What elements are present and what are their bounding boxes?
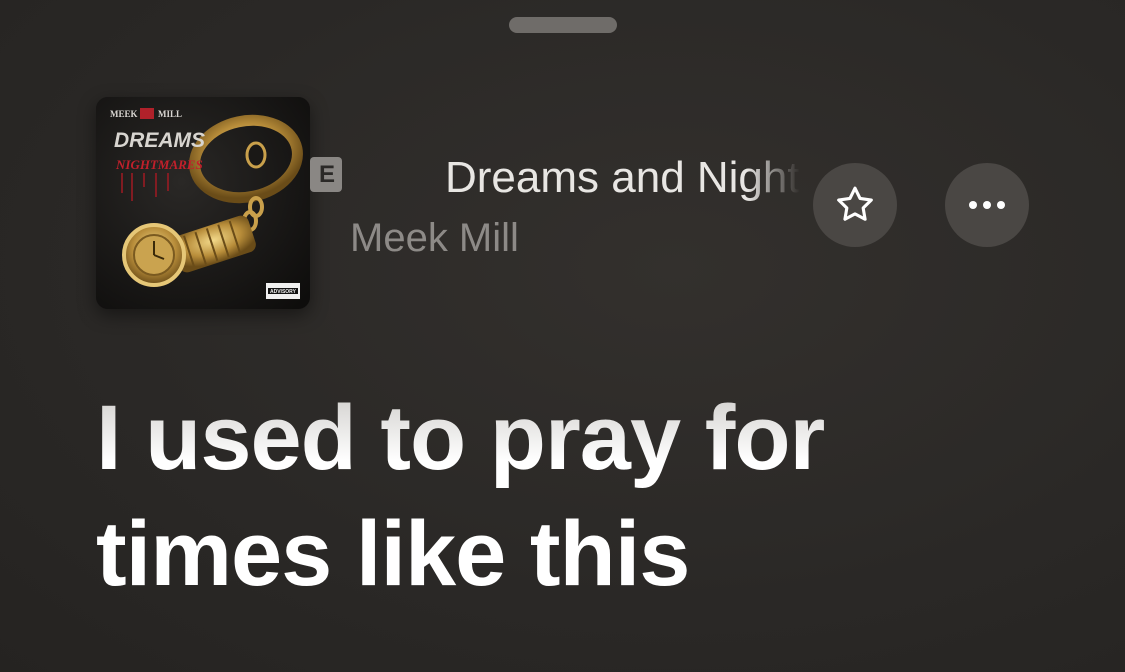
album-cover-image: MEEK MILL DREAMS NIGHTMARES ADVISORY — [96, 97, 310, 309]
album-artist-first-name: MEEK — [110, 109, 138, 119]
sheet-grabber-handle[interactable] — [509, 17, 617, 33]
lyrics-view: I used to pray for times like this — [96, 380, 1096, 612]
current-lyric-line[interactable]: I used to pray for — [96, 380, 1096, 496]
parental-advisory-label: ADVISORY — [270, 289, 297, 295]
album-title-text: DREAMS — [114, 129, 205, 152]
next-lyric-line[interactable]: times like this — [96, 496, 1096, 612]
album-artist-last-name: MILL — [158, 109, 182, 119]
artist-name[interactable]: Meek Mill — [350, 214, 519, 262]
explicit-badge: E — [310, 157, 342, 192]
more-options-button[interactable] — [945, 163, 1029, 247]
favorite-button[interactable] — [813, 163, 897, 247]
album-artwork[interactable]: MEEK MILL DREAMS NIGHTMARES ADVISORY — [96, 97, 310, 309]
now-playing-lyrics-screen: MEEK MILL DREAMS NIGHTMARES ADVISORY E D… — [0, 0, 1125, 672]
song-title[interactable]: Dreams and Nightmares — [445, 150, 800, 206]
ellipsis-icon — [969, 201, 1005, 209]
album-subtitle-text: NIGHTMARES — [115, 157, 203, 172]
star-outline-icon — [837, 186, 873, 221]
